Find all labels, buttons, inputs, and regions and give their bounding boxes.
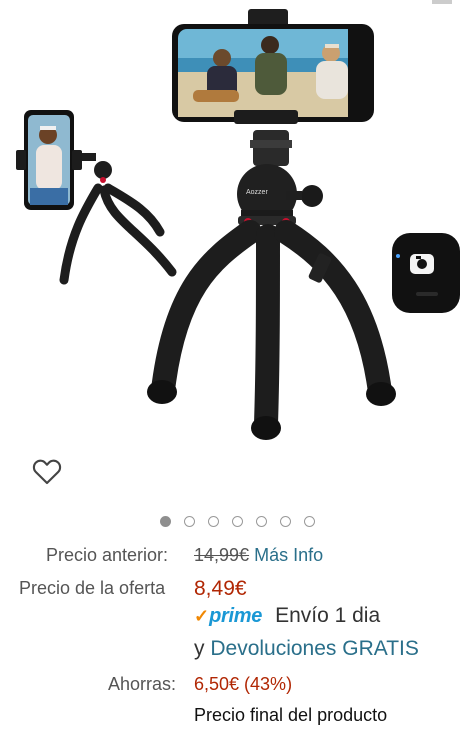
brand-mark: Aozzer <box>246 189 268 196</box>
remote-control <box>392 233 460 313</box>
savings-value: 6,50€ (43%) <box>194 674 293 694</box>
carousel-dot-7[interactable] <box>304 516 315 527</box>
carousel-dot-1[interactable] <box>160 516 171 527</box>
carousel-dot-3[interactable] <box>208 516 219 527</box>
carousel-dot-2[interactable] <box>184 516 195 527</box>
product-image[interactable]: Aozzer <box>0 0 475 450</box>
final-price-note: Precio final del producto <box>194 705 388 725</box>
prime-check-icon: ✓ <box>194 606 210 626</box>
savings-label: Ahorras: <box>108 674 177 694</box>
free-returns-link[interactable]: Devoluciones GRATIS <box>210 637 419 660</box>
carousel-dot-4[interactable] <box>232 516 243 527</box>
previous-price: 14,99€ <box>194 545 250 565</box>
image-carousel-indicator <box>0 516 475 527</box>
shipping-text: Envío 1 dia <box>275 604 381 627</box>
wishlist-button[interactable] <box>30 454 64 488</box>
carousel-dot-5[interactable] <box>256 516 267 527</box>
previous-price-label: Precio anterior: <box>46 545 169 565</box>
tripod-legs <box>151 220 392 436</box>
returns-row: y Devoluciones GRATIS <box>194 637 419 661</box>
main-phone <box>172 9 374 124</box>
heart-outline-icon <box>32 459 62 485</box>
previous-price-row: 14,99€ Más Info <box>194 545 323 566</box>
more-info-link[interactable]: Más Info <box>254 545 323 565</box>
carousel-dot-6[interactable] <box>280 516 291 527</box>
deal-price-label: Precio de la oferta <box>19 578 166 598</box>
prime-shipping-row: ✓prime Envío 1 dia <box>194 604 380 628</box>
prime-logo: prime <box>209 605 263 627</box>
deal-price: 8,49€ <box>194 577 247 600</box>
returns-prefix: y <box>194 637 205 660</box>
mini-tripod <box>16 110 177 285</box>
